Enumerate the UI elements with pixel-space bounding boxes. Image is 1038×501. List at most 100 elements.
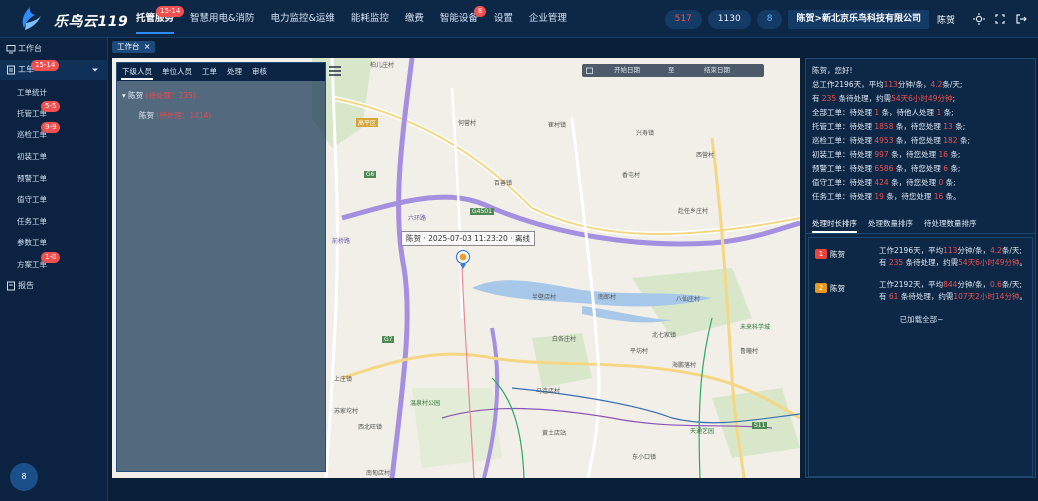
tab-sort-duration[interactable]: 处理时长排序 <box>812 214 857 234</box>
stat-row[interactable]: 任务工单：待处理 19 条，待您处理 16 条。 <box>812 191 961 202</box>
close-icon[interactable]: × <box>144 41 151 53</box>
sub-label: 值守工单 <box>17 195 47 204</box>
sidebar-item-report[interactable]: 报告 <box>0 276 108 296</box>
chevron-down-icon[interactable]: ▾ <box>122 91 126 100</box>
sub-label: 初装工单 <box>17 152 47 161</box>
sidebar-sub-install[interactable]: 初装工单 <box>17 151 47 163</box>
summary-text: 总工作2196天，平均 <box>812 80 884 89</box>
sub-label: 工单统计 <box>17 88 47 97</box>
map-label: 温泉村公园 <box>410 400 441 407</box>
nav-power-monitoring[interactable]: 电力监控&运维 <box>262 0 342 38</box>
sidebar-sub-plan[interactable]: 方案工单 1-0 <box>17 252 61 271</box>
fullscreen-icon[interactable] <box>993 12 1007 26</box>
report-icon <box>7 281 15 291</box>
brightness-icon[interactable] <box>972 12 986 26</box>
sidebar-sub-task[interactable]: 任务工单 <box>17 216 47 228</box>
stat-row[interactable]: 初装工单：待处理 997 条，待您处理 16 条; <box>812 149 960 160</box>
tab-unit-staff[interactable]: 单位人员 <box>157 63 197 81</box>
rank-value: 844 <box>943 280 958 289</box>
stat-row[interactable]: 全部工单：待处理 1 条，待他人处理 1 条; <box>812 107 954 118</box>
company-selector[interactable]: 陈贺>新北京乐鸟科技有限公司 <box>788 9 929 29</box>
logout-icon[interactable] <box>1014 12 1028 26</box>
list-item[interactable]: 1 陈贺 工作2196天，平均113分钟/条，4.2条/天; 有 235 条待处… <box>813 242 1031 268</box>
sidebar-item-workbench[interactable]: 工作台 <box>0 39 108 59</box>
nav-smart-devices[interactable]: 智能设备 8 <box>432 0 487 38</box>
nav-payment[interactable]: 缴费 <box>397 0 432 38</box>
location-marker-icon[interactable] <box>455 250 471 270</box>
tab-sort-count[interactable]: 处理数量排序 <box>868 214 913 234</box>
stat-row[interactable]: 预警工单：待处理 6586 条，待您处理 6 条; <box>812 163 960 174</box>
location-popup: 陈贺 · 2025-07-03 11:23:20 · 离线 <box>401 231 535 246</box>
stat-row[interactable]: 巡检工单：待处理 4953 条，待您处理 182 条; <box>812 135 970 146</box>
nav-label: 电力监控&运维 <box>270 13 335 24</box>
sidebar-sub-duty[interactable]: 值守工单 <box>17 194 47 206</box>
stat-label: 任务工单：待处理 <box>812 192 872 201</box>
stat-label: 条; <box>943 108 954 117</box>
rank-text: 。 <box>1019 292 1027 301</box>
rank-line: 工作2192天，平均844分钟/条，0.6条/天; <box>879 279 1022 290</box>
notice-count[interactable]: 8 <box>756 9 783 29</box>
nav-settings[interactable]: 设置 <box>486 0 521 38</box>
date-range-picker[interactable]: 开始日期 至 结束日期 <box>582 64 764 77</box>
sidebar-sub-inspection[interactable]: 巡检工单 9-9 <box>17 122 61 141</box>
map-label: 何营村 <box>458 120 477 127</box>
stat-label: 预警工单：待处理 <box>812 164 872 173</box>
greeting: 陈贺，您好! <box>812 66 853 75</box>
sidebar-badge: 9-9 <box>41 122 61 133</box>
stat-value: 182 <box>943 136 958 145</box>
rank-value: 54天6小时49分钟 <box>958 258 1020 267</box>
sidebar-badge: 1-0 <box>41 252 61 263</box>
nav-energy-monitoring[interactable]: 能耗监控 <box>343 0 397 38</box>
user-name[interactable]: 陈贺 <box>937 13 955 26</box>
tab-review[interactable]: 审核 <box>247 63 272 81</box>
stat-value: 1 <box>874 108 880 117</box>
stat-row[interactable]: 值守工单：待处理 424 条，待您处理 0 条; <box>812 177 956 188</box>
alarm-count[interactable]: 517 <box>664 9 702 29</box>
sidebar-sub-stats[interactable]: 工单统计 <box>17 87 47 99</box>
tab-workorder[interactable]: 工单 <box>197 63 222 81</box>
fault-count[interactable]: 1130 <box>707 9 751 29</box>
tab-sort-pending[interactable]: 待处理数量排序 <box>924 214 977 234</box>
sidebar-sub-hosting[interactable]: 托管工单 5-5 <box>17 101 61 120</box>
tab-workbench[interactable]: 工作台 × <box>112 41 155 53</box>
rank-text: 条/天; <box>1001 280 1022 289</box>
list-item[interactable]: 2 陈贺 工作2192天，平均844分钟/条，0.6条/天; 有 61 条待处理… <box>813 276 1031 302</box>
logo-icon <box>22 7 41 30</box>
map-label: 苏家坨村 <box>334 408 359 415</box>
stat-value: 424 <box>874 178 889 187</box>
menu-icon[interactable] <box>329 66 341 76</box>
sidebar-item-label: 报告 <box>18 281 34 290</box>
nav-hosting-service[interactable]: 托管服务 15-14 <box>128 0 185 38</box>
nav-enterprise[interactable]: 企业管理 <box>521 0 575 38</box>
stat-label: 条; <box>950 150 961 159</box>
rank-text: 条/天; <box>1001 246 1022 255</box>
map-label: 南郎村 <box>598 294 617 301</box>
tree-member-row[interactable]: 陈贺 (待处理：1414) <box>139 110 211 121</box>
tab-process[interactable]: 处理 <box>222 63 247 81</box>
stat-row[interactable]: 托管工单：待处理 1858 条，待您处理 13 条; <box>812 121 965 132</box>
stat-label: 条。 <box>945 192 961 201</box>
avatar[interactable]: 8 <box>10 463 38 491</box>
rank-line: 工作2196天，平均113分钟/条，4.2条/天; <box>879 245 1022 256</box>
map-label: 上庄镇 <box>334 376 353 383</box>
sidebar-sub-warning[interactable]: 预警工单 <box>17 173 47 185</box>
tree-member-count: (待处理：1414) <box>156 111 212 120</box>
rank-value: 235 <box>888 258 904 267</box>
sidebar: 工作台 工单 15-14 工单统计 托管工单 5-5 巡检工单 9-9 初装工单 预… <box>0 38 108 501</box>
pending-text: ; <box>952 94 955 103</box>
map-label: 东小口镇 <box>632 454 657 461</box>
pending-value: 54天6小时49分钟 <box>891 94 953 103</box>
sidebar-item-workorder[interactable]: 工单 15-14 <box>0 60 108 80</box>
nav-smart-power-fire[interactable]: 智慧用电&消防 <box>182 0 262 38</box>
rank-text: 。 <box>1019 258 1027 267</box>
rank-name: 陈贺 <box>830 284 845 293</box>
tab-subordinates[interactable]: 下级人员 <box>117 63 157 81</box>
date-start[interactable]: 开始日期 <box>614 64 640 77</box>
date-end[interactable]: 结束日期 <box>704 64 730 77</box>
sidebar-badge: 15-14 <box>31 60 60 71</box>
stat-label: 条; <box>959 136 971 145</box>
nav-label: 缴费 <box>404 13 424 24</box>
tree-group-row[interactable]: ▾ 陈贺 (待处理：235) <box>122 90 196 101</box>
sidebar-sub-param[interactable]: 参数工单 <box>17 237 47 249</box>
calendar-icon <box>586 67 593 74</box>
